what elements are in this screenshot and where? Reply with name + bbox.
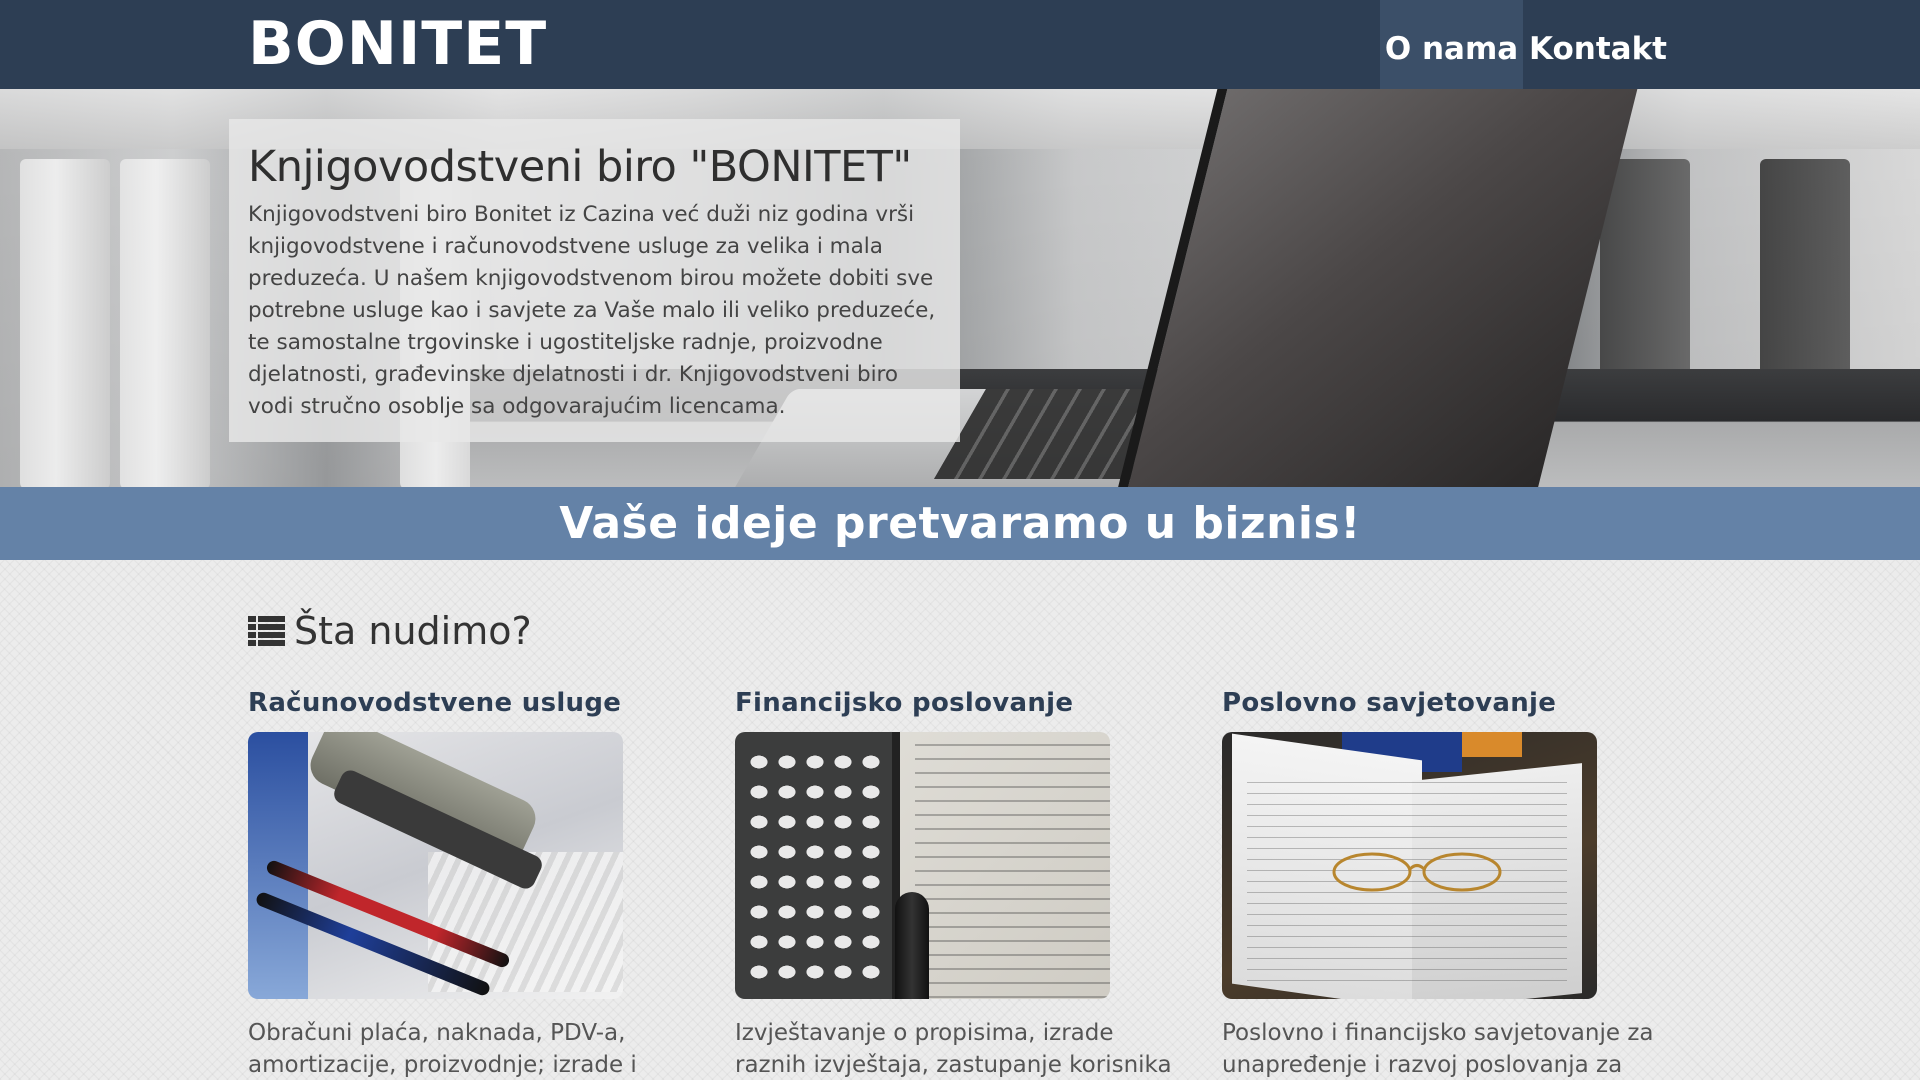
service-image-consulting[interactable] [1222,732,1597,999]
hero-intro-card: Knjigovodstveni biro "BONITET" Knjigovod… [229,119,960,442]
service-image-accounting[interactable] [248,732,623,999]
hero-background-binder [20,159,110,487]
slogan-text: Vaše ideje pretvaramo u biznis! [559,498,1361,549]
hero-description: Knjigovodstveni biro Bonitet iz Cazina v… [248,202,936,419]
hero-background-binder [120,159,210,487]
service-image-finance[interactable] [735,732,1110,999]
services-heading-label: Šta nudimo? [294,609,532,653]
hero-banner: Knjigovodstveni biro "BONITET" Knjigovod… [0,89,1920,487]
services-heading: Šta nudimo? [248,606,532,656]
navbar: BONITET O nama Kontakt [0,0,1920,89]
glasses-icon [1332,852,1502,892]
service-card: Financijsko poslovanje Izvještavanje o p… [735,685,1172,1080]
service-title[interactable]: Računovodstvene usluge [248,685,628,721]
nav-item-o-nama[interactable]: O nama [1380,0,1523,89]
service-title[interactable]: Financijsko poslovanje [735,685,1115,721]
slogan-bar: Vaše ideje pretvaramo u biznis! [0,487,1920,560]
service-description: Obračuni plaća, naknada, PDV-a, amortiza… [248,1020,637,1078]
service-description: Izvještavanje o propisima, izrade raznih… [735,1020,1172,1078]
service-card: Računovodstvene usluge Obračuni plaća, n… [248,685,637,1080]
nav-item-kontakt[interactable]: Kontakt [1523,0,1673,89]
list-icon [248,616,285,646]
service-title[interactable]: Poslovno savjetovanje [1222,685,1602,721]
hero-title: Knjigovodstveni biro "BONITET" [248,142,912,192]
service-description: Poslovno i financijsko savjetovanje za u… [1222,1020,1654,1078]
service-card: Poslovno savjetovanje Poslovno i financi… [1222,685,1654,1080]
brand-logo[interactable]: BONITET [248,8,547,80]
